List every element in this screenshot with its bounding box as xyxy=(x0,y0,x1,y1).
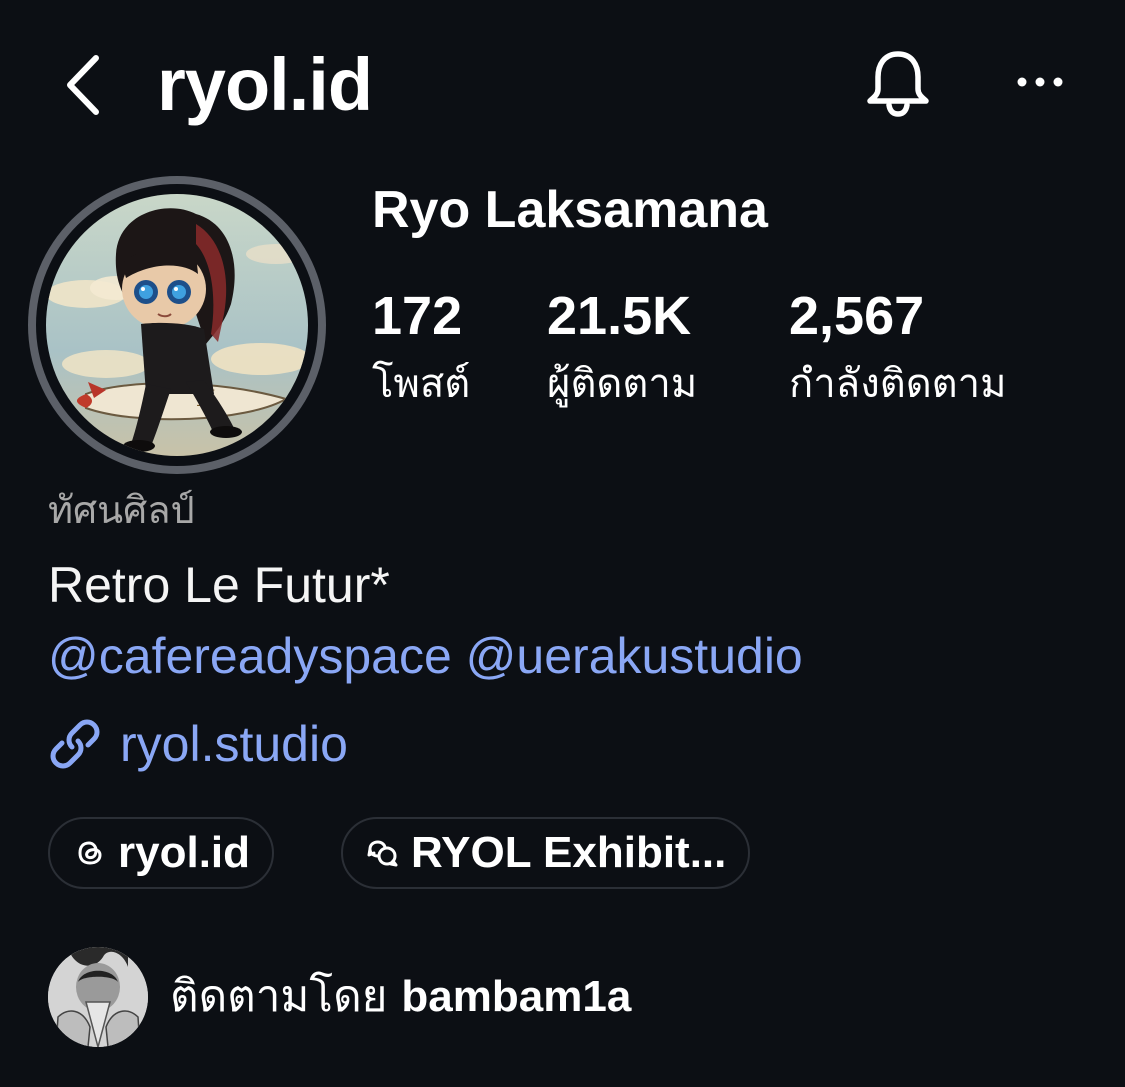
bio-mentions: @cafereadyspace @uerakustudio xyxy=(48,625,803,687)
threads-chip[interactable]: ryol.id xyxy=(48,817,275,889)
followed-by-prefix: ติดตามโดย xyxy=(170,971,388,1022)
avatar-gap: N xyxy=(36,184,318,466)
stat-following-number: 2,567 xyxy=(789,286,925,346)
chevron-left-icon xyxy=(67,55,99,115)
stat-posts[interactable]: 172 โพสต์ xyxy=(372,282,470,414)
website-link-text: ryol.studio xyxy=(120,716,348,772)
threads-chip-label: ryol.id xyxy=(118,828,251,877)
stat-posts-number: 172 xyxy=(372,286,463,346)
profile-avatar[interactable]: N xyxy=(28,176,326,474)
notifications-button[interactable] xyxy=(860,48,936,118)
followed-by-username: bambam1a xyxy=(401,972,632,1021)
more-horizontal-icon xyxy=(1017,77,1063,87)
link-icon xyxy=(50,719,100,769)
profile-category: ทัศนศิลป์ xyxy=(48,488,195,532)
avatar-image: N xyxy=(46,194,308,456)
stat-followers-label: ผู้ติดตาม xyxy=(547,361,698,407)
bell-icon xyxy=(867,51,929,117)
follower-avatar xyxy=(48,947,148,1047)
bio-website-link[interactable]: ryol.studio xyxy=(48,712,348,776)
stat-posts-label: โพสต์ xyxy=(372,361,471,407)
top-bar: ryol.id xyxy=(0,0,1125,170)
mention-link[interactable]: @cafereadyspace xyxy=(48,628,452,684)
bio-text: Retro Le Futur* xyxy=(48,557,390,613)
mention-link[interactable]: @uerakustudio xyxy=(466,628,803,684)
followed-by-row[interactable]: ติดตามโดย bambam1a xyxy=(48,944,631,1050)
threads-icon xyxy=(78,841,102,865)
profile-display-name: Ryo Laksamana xyxy=(372,181,768,239)
stat-following-label: กำลังติดตาม xyxy=(789,361,1007,407)
stat-followers-number: 21.5K xyxy=(547,286,692,346)
channel-chip[interactable]: RYOL Exhibit... xyxy=(341,817,751,889)
stat-followers[interactable]: 21.5K ผู้ติดตาม xyxy=(547,282,697,414)
back-button[interactable] xyxy=(58,50,108,120)
followed-by-text: ติดตามโดย bambam1a xyxy=(170,966,631,1028)
channel-chip-label: RYOL Exhibit... xyxy=(411,828,727,877)
stat-following[interactable]: 2,567 กำลังติดตาม xyxy=(789,282,1006,414)
chat-bubbles-icon xyxy=(367,840,398,867)
header-username: ryol.id xyxy=(157,43,373,126)
more-options-button[interactable] xyxy=(1010,60,1070,104)
